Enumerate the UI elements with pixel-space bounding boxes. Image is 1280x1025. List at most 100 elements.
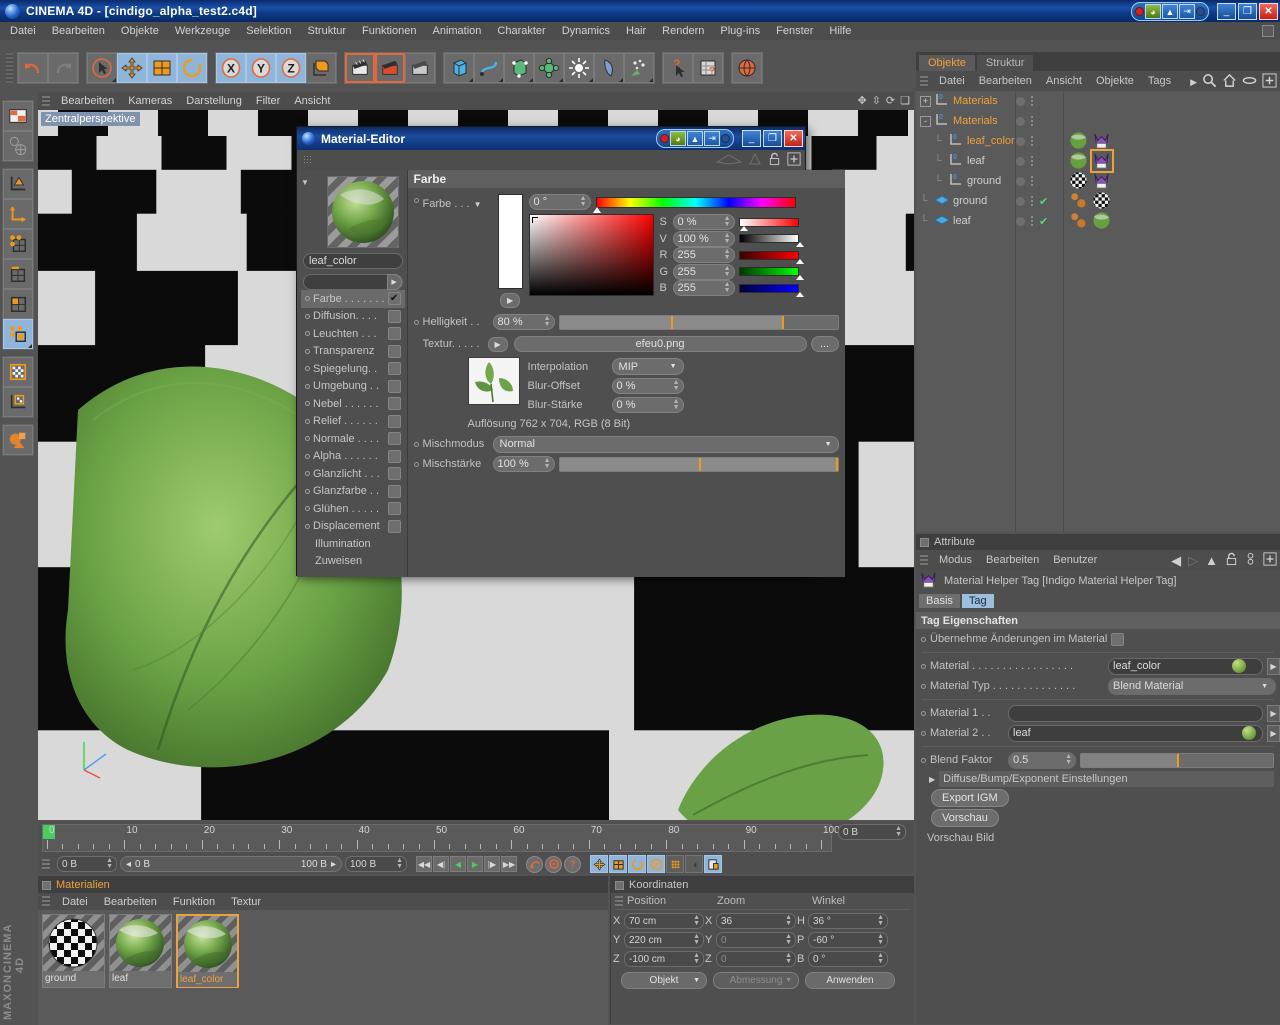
help-cursor-button[interactable]: ?: [663, 53, 693, 83]
coord-position-field[interactable]: 70 cm▲▼: [624, 913, 704, 929]
spinner-icon[interactable]: ▲▼: [724, 249, 731, 261]
minimize-panel-icon[interactable]: ▲: [1162, 4, 1178, 19]
object-visibility-dots[interactable]: [1016, 116, 1056, 126]
visibility-dot-icon[interactable]: [1016, 197, 1025, 206]
mixstrength-slider[interactable]: [559, 457, 839, 472]
particles-button[interactable]: [624, 53, 654, 83]
lock-icon[interactable]: [768, 152, 781, 169]
next-key-button[interactable]: |▶: [484, 856, 500, 872]
color-component-slider[interactable]: [739, 267, 799, 276]
viewport-menu-kameras[interactable]: Kameras: [121, 95, 179, 107]
cube-button[interactable]: [444, 53, 474, 83]
zoom-icon[interactable]: ⇳: [872, 94, 881, 107]
material2-field[interactable]: leaf: [1008, 725, 1263, 742]
spinner-icon[interactable]: ▲▼: [877, 934, 884, 946]
panel-icon[interactable]: [615, 881, 624, 890]
scale-tool-button[interactable]: [147, 53, 177, 83]
status-dot-icon[interactable]: [1196, 7, 1205, 16]
axis-y-button[interactable]: Y: [246, 53, 276, 83]
object-row[interactable]: └ ground ✔: [916, 191, 1280, 211]
apply-button[interactable]: Anwenden: [805, 972, 895, 989]
spinner-icon[interactable]: ▲▼: [106, 858, 113, 870]
blend-factor-field[interactable]: 0.5 ▲▼: [1008, 752, 1076, 769]
coord-zoom-field[interactable]: 0▲▼: [716, 951, 796, 967]
material-channel-row[interactable]: Glanzfarbe . .: [301, 483, 405, 501]
texture-menu-button[interactable]: ▶: [488, 337, 508, 352]
export-icon[interactable]: ⇥: [704, 131, 720, 146]
coord-zoom-field[interactable]: 0▲▼: [716, 932, 796, 948]
me-close-button[interactable]: ✕: [784, 130, 803, 147]
object-visibility-dots[interactable]: [1016, 156, 1056, 166]
attributes-menu-benutzer[interactable]: Benutzer: [1046, 554, 1104, 566]
viewport-menu-filter[interactable]: Filter: [249, 95, 287, 107]
deformer-button[interactable]: [534, 53, 564, 83]
me-minimize-button[interactable]: _: [742, 130, 761, 147]
color-component-slider[interactable]: [739, 251, 799, 260]
select-tool-button[interactable]: [87, 53, 117, 83]
play-forwards-button[interactable]: ▶: [467, 856, 483, 872]
axis-x-button[interactable]: X: [216, 53, 246, 83]
add-icon[interactable]: [1262, 73, 1277, 91]
objects-grip[interactable]: [920, 76, 928, 87]
minimize-button[interactable]: _: [1217, 3, 1236, 20]
menu-struktur[interactable]: Struktur: [300, 22, 355, 40]
channel-checkbox[interactable]: [388, 485, 401, 498]
render-settings-button[interactable]: [405, 53, 435, 83]
attributes-grip[interactable]: [920, 555, 928, 566]
polygons-mode-button[interactable]: [3, 289, 33, 319]
spinner-icon[interactable]: ▲▼: [673, 380, 680, 392]
timeline-range-slider[interactable]: ◂ 0 B 100 B ▸: [120, 856, 342, 872]
maximize-view-icon[interactable]: ❑: [900, 94, 910, 107]
material-channel-list[interactable]: Farbe . . . . . . . ✔ Diffusion. . . . L…: [301, 290, 405, 570]
color-component-field[interactable]: 100 %▲▼: [673, 231, 735, 247]
collapse-preview-icon[interactable]: ▼: [301, 178, 309, 187]
spinner-icon[interactable]: ▲▼: [673, 399, 680, 411]
render-region-button[interactable]: [375, 53, 405, 83]
spinner-icon[interactable]: ▲▼: [693, 915, 700, 927]
brightness-field[interactable]: 80 % ▲▼: [493, 314, 555, 330]
render-dots-icon[interactable]: [1031, 156, 1033, 166]
rotate-icon[interactable]: ⟳: [886, 94, 895, 107]
current-frame-field[interactable]: 0 B▲▼: [838, 824, 906, 840]
coord-position-field[interactable]: 220 cm▲▼: [624, 932, 704, 948]
object-row[interactable]: └0 leaf_color: [916, 131, 1280, 151]
spinner-icon[interactable]: ▲▼: [724, 266, 731, 278]
coord-angle-field[interactable]: 0 °▲▼: [808, 951, 888, 967]
object-row[interactable]: └0 leaf: [916, 151, 1280, 171]
coordinate-system-dropdown[interactable]: Objekt ▼: [621, 972, 707, 989]
attributes-menu-modus[interactable]: Modus: [932, 554, 979, 566]
object-row[interactable]: -0 Materials: [916, 111, 1280, 131]
material-channel-row[interactable]: Transparenz: [301, 343, 405, 361]
keyframe-preset-button[interactable]: [704, 855, 722, 873]
chain-icon[interactable]: [1245, 552, 1256, 569]
visibility-dot-icon[interactable]: [1016, 177, 1025, 186]
size-mode-dropdown[interactable]: Abmessung ▼: [713, 972, 799, 989]
blend-factor-slider[interactable]: [1080, 753, 1274, 768]
go-to-start-button[interactable]: ◀◀: [416, 856, 432, 872]
light-button[interactable]: [564, 53, 594, 83]
material-channel-row[interactable]: Relief . . . . . .: [301, 413, 405, 431]
render-dots-icon[interactable]: [1031, 196, 1033, 206]
menu-rendern[interactable]: Rendern: [654, 22, 712, 40]
material-channel-row[interactable]: Leuchten . . .: [301, 325, 405, 343]
rotation-key-button[interactable]: [628, 855, 646, 873]
visibility-dot-icon[interactable]: [1016, 97, 1025, 106]
phong-tag-icon[interactable]: [1069, 191, 1089, 211]
record-dot-icon[interactable]: [1135, 7, 1144, 16]
render-preview-icon[interactable]: ◕: [670, 131, 686, 146]
channel-checkbox[interactable]: [388, 380, 401, 393]
spinner-icon[interactable]: ▲▼: [544, 316, 551, 328]
channel-checkbox[interactable]: [388, 520, 401, 533]
lock-icon[interactable]: [1225, 552, 1238, 569]
color-component-slider[interactable]: [739, 284, 799, 293]
material-preset-arrow-icon[interactable]: ▶: [387, 274, 402, 290]
channel-checkbox[interactable]: [388, 397, 401, 410]
color-component-field[interactable]: 255▲▼: [673, 264, 735, 280]
texture-thumbnail[interactable]: [468, 357, 520, 405]
primitive-shapes-button[interactable]: [3, 425, 33, 455]
menu-objekte[interactable]: Objekte: [113, 22, 167, 40]
spinner-icon[interactable]: ▲▼: [580, 196, 587, 208]
chevron-down-icon[interactable]: ▼: [474, 200, 482, 209]
material-helper-tag-icon[interactable]: [1092, 131, 1112, 151]
minimize-panel-icon[interactable]: ▲: [687, 131, 703, 146]
